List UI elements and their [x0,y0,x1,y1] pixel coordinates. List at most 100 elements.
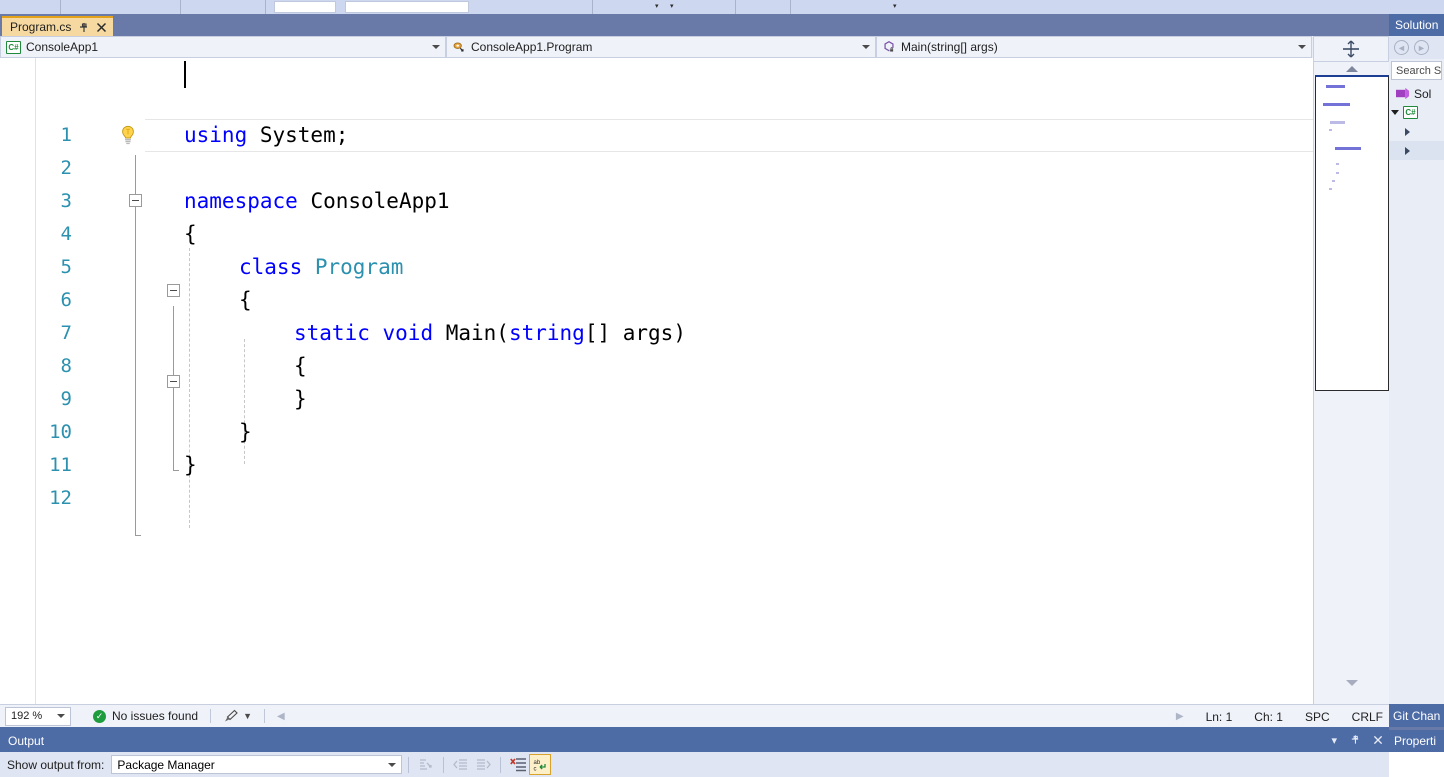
solution-explorer-toolbar: ◄ ► [1389,36,1444,59]
code-editor[interactable]: 1 using System; 2 3 namespace ConsoleApp1 4{5… [0,58,1313,704]
pin-icon[interactable] [1350,734,1360,748]
indent-mode-indicator[interactable]: SPC [1305,710,1330,724]
code-line-text: { [239,288,252,312]
split-window-icon[interactable] [1313,36,1389,62]
properties-panel-title: Properti [1394,734,1437,748]
search-input[interactable]: Search S [1391,61,1442,80]
text-caret [184,61,186,88]
scroll-down-button[interactable] [1314,676,1390,690]
chevron-down-icon[interactable] [862,45,870,49]
code-line-text: using System; [184,123,349,147]
line-number: 2 [60,157,72,179]
line-number: 8 [60,355,72,377]
issues-status[interactable]: ✓ No issues found [93,709,198,723]
document-tab-label: Program.cs [10,20,72,34]
line-number: 1 [60,124,72,146]
code-line-text: } [294,387,307,411]
navigate-back-icon[interactable]: ◄ [1394,40,1409,55]
code-line-text: } [239,420,252,444]
code-line: 6{ [0,284,1313,317]
svg-text:ab: ab [533,760,540,766]
fold-toggle-method[interactable] [167,375,180,388]
method-private-icon [882,40,896,54]
code-line: 12 [0,482,1313,515]
code-line-text: namespace ConsoleApp1 [184,189,450,213]
code-line: 4{ [0,218,1313,251]
solution-explorer-header: Solution [1389,14,1444,36]
triangle-collapsed-icon[interactable] [1405,127,1410,136]
chevron-down-icon[interactable] [1298,45,1306,49]
minimap-preview[interactable] [1315,75,1389,391]
class-icon [452,40,466,54]
scroll-up-button[interactable] [1314,62,1390,75]
chevron-down-icon[interactable]: ▾ [1331,735,1337,747]
code-line: 7 static void Main(string[] args) [0,317,1313,350]
tree-node-child-1[interactable] [1389,122,1444,141]
document-tab-program-cs[interactable]: Program.cs [2,16,114,36]
code-line: 10} [0,416,1313,449]
code-line: 3 namespace ConsoleApp1 [0,185,1313,218]
visual-studio-window: ▾ ▾ ▾ Program.cs ▼ [0,0,1444,777]
check-circle-icon: ✓ [93,709,106,723]
project-selector-label: ConsoleApp1 [26,40,99,54]
line-number: 7 [60,322,72,344]
line-number: 9 [60,388,72,410]
navigate-forward-icon[interactable]: ► [1414,40,1429,55]
scroll-left-icon[interactable]: ◀ [277,711,285,722]
code-line: 5 class Program [0,251,1313,284]
properties-panel-body [1389,752,1444,777]
line-endings-indicator[interactable]: CRLF [1352,710,1383,724]
code-line: 1 using System; [0,119,1313,152]
line-number: 5 [60,256,72,278]
main-toolbar-strip: ▾ ▾ ▾ [0,0,1444,14]
svg-text:c: c [533,766,536,772]
go-to-next-message-icon[interactable] [472,754,494,775]
chevron-down-icon[interactable] [388,762,397,767]
fold-toggle-class[interactable] [167,284,180,297]
fold-toggle-namespace[interactable] [129,194,142,207]
toggle-word-wrap-icon[interactable]: ab c [529,754,552,775]
csharp-project-icon: C# [1403,106,1418,119]
output-source-label: Show output from: [7,757,105,772]
tree-node-project[interactable]: C# [1389,103,1444,122]
lightbulb-icon[interactable] [117,124,141,148]
minimap-scrollbar-column[interactable] [1313,62,1389,704]
code-cleanup-icon[interactable]: ▼ [223,709,252,724]
code-line: 11} [0,449,1313,482]
triangle-collapsed-icon[interactable] [1405,146,1410,155]
pin-icon[interactable] [77,21,89,33]
properties-panel: Properti [1389,730,1444,777]
code-line: 2 [0,152,1313,185]
tree-node-child-2[interactable] [1389,141,1444,160]
output-window-title: Output [8,734,45,748]
member-selector-dropdown[interactable]: Main(string[] args) [876,36,1312,58]
triangle-expanded-icon[interactable] [1391,110,1399,115]
type-selector-dropdown[interactable]: ConsoleApp1.Program [446,36,876,58]
go-to-previous-message-icon[interactable] [450,754,472,775]
output-window: Output ▾ Show output from: Package Manag… [0,730,1389,777]
close-icon[interactable] [95,21,107,33]
zoom-level-dropdown[interactable]: 192 % [5,706,71,726]
close-icon[interactable] [1373,735,1383,748]
find-message-icon[interactable] [415,754,437,775]
code-line-text: { [294,354,307,378]
line-number: 4 [60,223,72,245]
output-source-dropdown[interactable]: Package Manager [111,755,403,774]
chevron-down-icon[interactable] [57,714,65,718]
line-number: 3 [60,190,72,212]
status-bar: 192 % ✓ No issues found ▼ ◀ ▶ Ln: 1 Ch: … [0,704,1389,727]
line-number: 11 [49,454,72,476]
project-selector-dropdown[interactable]: C# ConsoleApp1 [0,36,446,58]
git-changes-label: Git Chan [1393,708,1441,723]
solution-tree: Sol C# [1389,80,1444,160]
navigation-bar: C# ConsoleApp1 ConsoleApp1.Program Main(… [0,36,1444,58]
scroll-right-icon[interactable]: ▶ [1176,711,1184,722]
chevron-down-icon[interactable] [432,45,440,49]
clear-all-icon[interactable] [507,754,529,775]
member-selector-label: Main(string[] args) [901,40,998,54]
collapse-guide-cap-namespace [135,535,141,536]
line-number: 12 [49,487,72,509]
tree-node-solution[interactable]: Sol [1389,84,1444,103]
type-selector-label: ConsoleApp1.Program [471,40,593,54]
git-changes-status[interactable]: Git Chan [1389,704,1444,727]
